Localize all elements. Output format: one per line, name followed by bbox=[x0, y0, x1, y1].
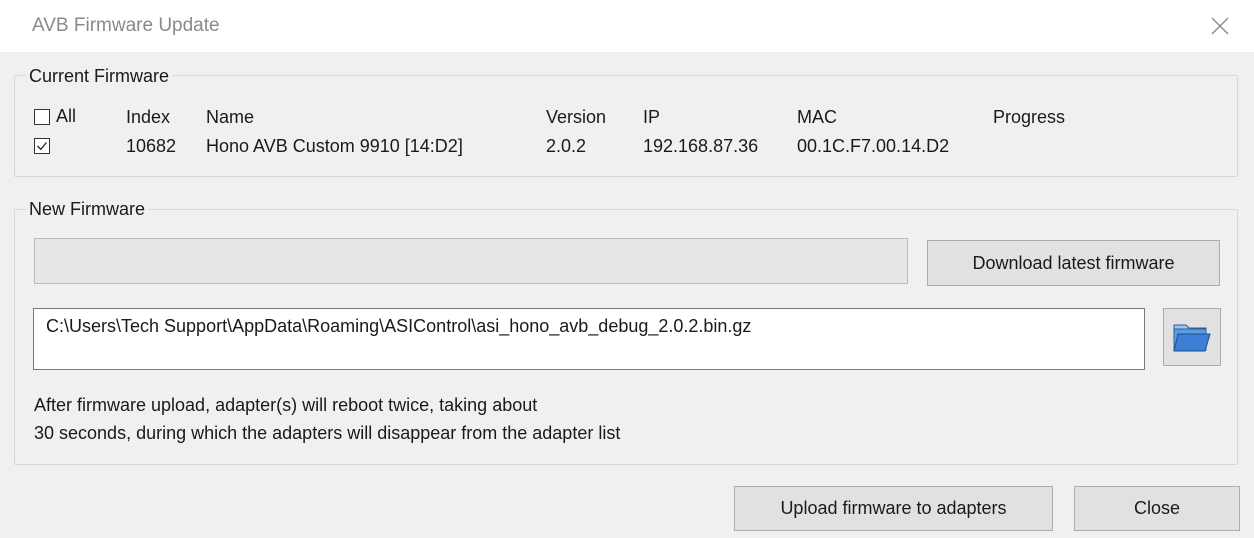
upload-note-line-2: 30 seconds, during which the adapters wi… bbox=[34, 423, 621, 443]
close-button[interactable]: Close bbox=[1074, 486, 1240, 531]
browse-file-button[interactable] bbox=[1163, 308, 1221, 366]
select-all-checkbox[interactable] bbox=[34, 109, 50, 125]
upload-firmware-button[interactable]: Upload firmware to adapters bbox=[734, 486, 1053, 531]
column-header-index: Index bbox=[126, 107, 171, 127]
folder-open-icon bbox=[1173, 324, 1211, 352]
current-firmware-legend: Current Firmware bbox=[26, 66, 173, 87]
column-header-version: Version bbox=[546, 107, 607, 127]
close-label: Close bbox=[1133, 498, 1181, 518]
select-all-label: All bbox=[56, 106, 77, 126]
checkmark-icon bbox=[37, 142, 47, 151]
title-bar: AVB Firmware Update bbox=[0, 0, 1254, 52]
download-latest-firmware-label: Download latest firmware bbox=[972, 253, 1175, 273]
firmware-file-path-field[interactable]: C:\Users\Tech Support\AppData\Roaming\AS… bbox=[33, 308, 1145, 370]
close-icon bbox=[1211, 17, 1229, 35]
row-index: 10682 bbox=[126, 136, 177, 156]
row-version: 2.0.2 bbox=[546, 136, 587, 156]
column-header-progress: Progress bbox=[993, 107, 1066, 127]
column-header-ip: IP bbox=[643, 107, 661, 127]
row-ip: 192.168.87.36 bbox=[643, 136, 759, 156]
upload-note-line-1: After firmware upload, adapter(s) will r… bbox=[34, 395, 538, 415]
dialog-body: Current Firmware All Index Name Version … bbox=[0, 52, 1254, 538]
window-close-button[interactable] bbox=[1200, 8, 1240, 44]
new-firmware-legend: New Firmware bbox=[26, 199, 149, 220]
column-header-mac: MAC bbox=[797, 107, 837, 127]
row-mac: 00.1C.F7.00.14.D2 bbox=[797, 136, 950, 156]
upload-firmware-label: Upload firmware to adapters bbox=[780, 498, 1007, 518]
row-checkbox[interactable] bbox=[34, 138, 50, 154]
row-name: Hono AVB Custom 9910 [14:D2] bbox=[206, 136, 463, 156]
download-latest-firmware-button[interactable]: Download latest firmware bbox=[927, 240, 1220, 286]
window-title: AVB Firmware Update bbox=[32, 15, 220, 36]
column-header-name: Name bbox=[206, 107, 255, 127]
download-progress-bar bbox=[34, 238, 908, 284]
